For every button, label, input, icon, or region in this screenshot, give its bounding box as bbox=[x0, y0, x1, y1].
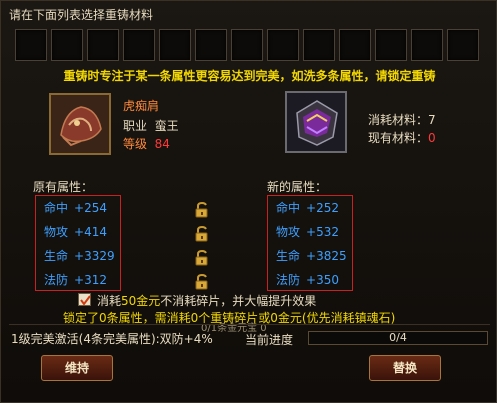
item-job-value: 蛮王 bbox=[154, 119, 179, 133]
panel-title: 请在下面列表选择重铸材料 bbox=[9, 8, 154, 22]
material-slot[interactable] bbox=[267, 29, 299, 61]
material-cost-value: 7 bbox=[428, 113, 436, 127]
attr-value: +252 bbox=[306, 201, 339, 215]
attr-value: +350 bbox=[306, 273, 339, 287]
gold-option-amount: 50金元 bbox=[121, 294, 161, 308]
material-slot[interactable] bbox=[339, 29, 371, 61]
replace-button[interactable]: 替换 bbox=[369, 355, 441, 381]
material-cost: 消耗材料：7 bbox=[368, 111, 436, 128]
attr-name: 法防 bbox=[44, 273, 69, 287]
reforge-material-slot[interactable] bbox=[285, 91, 347, 153]
material-slot[interactable] bbox=[375, 29, 407, 61]
lock-icon[interactable] bbox=[193, 249, 211, 267]
lock-icon[interactable] bbox=[193, 273, 211, 291]
attr-row: 命中 +252 bbox=[268, 196, 352, 220]
attr-name: 命中 bbox=[276, 201, 301, 215]
material-slot[interactable] bbox=[447, 29, 479, 61]
item-name: 虎痴肩 bbox=[123, 99, 160, 113]
item-job: 职业 蛮王 bbox=[123, 117, 179, 134]
item-job-label: 职业 bbox=[123, 119, 148, 133]
material-own-value: 0 bbox=[428, 131, 436, 145]
material-slot[interactable] bbox=[411, 29, 443, 61]
divider bbox=[9, 324, 490, 325]
attr-value: +254 bbox=[74, 201, 107, 215]
attr-value: +532 bbox=[306, 225, 339, 239]
gold-option-suffix: 不消耗碎片，并大幅提升效果 bbox=[160, 294, 317, 308]
attr-name: 法防 bbox=[276, 273, 301, 287]
equipment-slot[interactable] bbox=[49, 93, 111, 155]
material-slot[interactable] bbox=[87, 29, 119, 61]
attr-value: +3329 bbox=[74, 249, 115, 263]
item-level: 等级 84 bbox=[123, 135, 170, 152]
attr-name: 生命 bbox=[276, 249, 301, 263]
attr-row: 法防 +312 bbox=[36, 268, 120, 292]
gold-option-text: 消耗50金元不消耗碎片，并大幅提升效果 bbox=[97, 292, 316, 309]
reforge-panel: 请在下面列表选择重铸材料 重铸时专注于某一条属性更容易达到完美，如洗多条属性，请… bbox=[0, 0, 497, 403]
gem-icon bbox=[287, 93, 345, 151]
attr-value: +312 bbox=[74, 273, 107, 287]
attr-row: 物攻 +414 bbox=[36, 220, 120, 244]
material-slot[interactable] bbox=[51, 29, 83, 61]
material-slot[interactable] bbox=[303, 29, 335, 61]
attr-row: 生命 +3825 bbox=[268, 244, 352, 268]
attr-name: 物攻 bbox=[44, 225, 69, 239]
lock-icon[interactable] bbox=[193, 201, 211, 219]
original-attrs-title: 原有属性： bbox=[33, 180, 94, 194]
attr-row: 命中 +254 bbox=[36, 196, 120, 220]
progress-text: 0/4 bbox=[389, 331, 407, 344]
material-own-label: 现有材料： bbox=[368, 131, 429, 145]
material-slot[interactable] bbox=[15, 29, 47, 61]
material-slot[interactable] bbox=[231, 29, 263, 61]
attr-row: 生命 +3329 bbox=[36, 244, 120, 268]
item-level-label: 等级 bbox=[123, 137, 148, 151]
material-slot-list bbox=[15, 29, 485, 63]
progress-label: 当前进度 bbox=[245, 333, 294, 347]
gold-option-prefix: 消耗 bbox=[97, 294, 122, 308]
gold-option-checkbox[interactable] bbox=[78, 293, 91, 306]
material-cost-label: 消耗材料： bbox=[368, 113, 429, 127]
lock-icon[interactable] bbox=[193, 225, 211, 243]
material-slot[interactable] bbox=[123, 29, 155, 61]
keep-button[interactable]: 维持 bbox=[41, 355, 113, 381]
pauldron-icon bbox=[51, 95, 109, 153]
attr-value: +3825 bbox=[306, 249, 347, 263]
checkmark-icon bbox=[80, 295, 91, 306]
attr-name: 物攻 bbox=[276, 225, 301, 239]
attr-name: 命中 bbox=[44, 201, 69, 215]
attr-value: +414 bbox=[74, 225, 107, 239]
new-attrs-box: 命中 +252 物攻 +532 生命 +3825 法防 +350 bbox=[267, 195, 353, 291]
perfect-bonus-line: 1级完美激活(4条完美属性):双防+4% bbox=[11, 332, 213, 346]
new-attrs-title: 新的属性： bbox=[267, 180, 328, 194]
attr-row: 法防 +350 bbox=[268, 268, 352, 292]
material-slot[interactable] bbox=[159, 29, 191, 61]
material-slot[interactable] bbox=[195, 29, 227, 61]
material-own: 现有材料：0 bbox=[368, 129, 436, 146]
item-level-value: 84 bbox=[154, 137, 170, 151]
attr-name: 生命 bbox=[44, 249, 69, 263]
attr-row: 物攻 +532 bbox=[268, 220, 352, 244]
progress-bar: 0/4 bbox=[308, 331, 488, 345]
original-attrs-box: 命中 +254 物攻 +414 生命 +3329 法防 +312 bbox=[35, 195, 121, 291]
reforge-tip: 重铸时专注于某一条属性更容易达到完美，如洗多条属性，请锁定重铸 bbox=[63, 69, 436, 83]
